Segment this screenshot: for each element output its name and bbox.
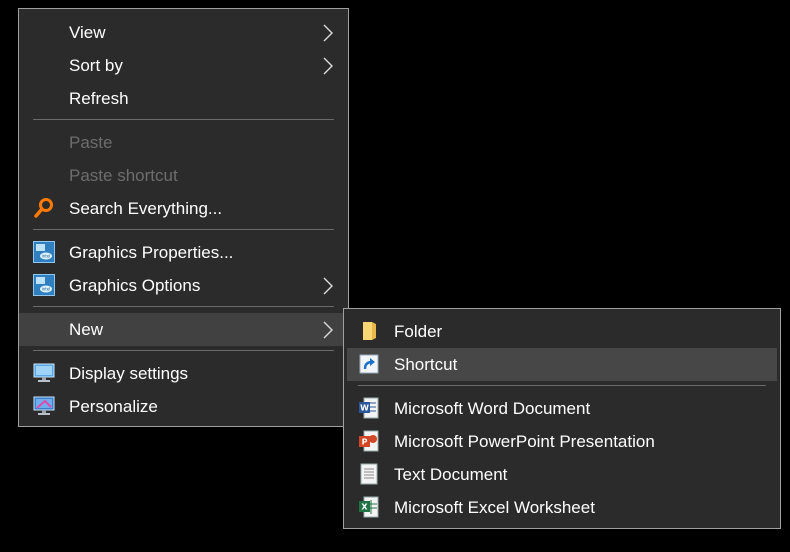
submenu-item-excel-worksheet[interactable]: X Microsoft Excel Worksheet [344,491,780,524]
menu-item-label: Search Everything... [69,198,223,218]
excel-worksheet-icon: X [359,496,379,518]
text-document-icon [360,463,378,485]
menu-item-label: Display settings [69,363,189,383]
menu-item-label: View [69,22,106,42]
separator [33,350,334,351]
menu-item-label: Graphics Properties... [69,242,234,262]
menu-item-label: Personalize [69,396,158,416]
submenu-item-label: Shortcut [394,354,458,374]
menu-item-personalize[interactable]: Personalize [19,390,348,423]
menu-item-search-everything[interactable]: Search Everything... [19,192,348,225]
submenu-item-label: Microsoft PowerPoint Presentation [394,431,655,451]
menu-item-display-settings[interactable]: Display settings [19,357,348,390]
submenu-item-label: Folder [394,321,443,341]
chevron-right-icon [323,24,333,42]
personalize-monitor-icon [33,396,55,415]
menu-item-view[interactable]: View [19,16,348,49]
menu-item-label: Sort by [69,55,123,75]
menu-item-label: Paste [69,132,113,152]
submenu-item-powerpoint-presentation[interactable]: P Microsoft PowerPoint Presentation [344,425,780,458]
menu-item-paste-shortcut: Paste shortcut [19,159,348,192]
separator [358,385,766,386]
menu-item-graphics-options[interactable]: intel Graphics Options [19,269,348,302]
menu-item-paste: Paste [19,126,348,159]
menu-item-label: Refresh [69,88,129,108]
submenu-item-shortcut[interactable]: Shortcut [347,348,777,381]
powerpoint-icon: P [359,430,379,452]
svg-text:P: P [362,438,368,447]
chevron-right-icon [323,321,333,339]
submenu-item-label: Microsoft Word Document [394,398,591,418]
chevron-right-icon [323,57,333,75]
folder-icon [363,322,376,340]
svg-text:intel: intel [42,287,51,292]
svg-text:intel: intel [42,254,51,259]
menu-item-sort-by[interactable]: Sort by [19,49,348,82]
menu-item-label: Paste shortcut [69,165,178,185]
desktop-context-menu: View Sort by Refresh Paste Paste shortcu… [18,8,349,427]
submenu-item-folder[interactable]: Folder [344,315,780,348]
separator [33,229,334,230]
submenu-item-word-document[interactable]: W Microsoft Word Document [344,392,780,425]
menu-item-refresh[interactable]: Refresh [19,82,348,115]
chevron-right-icon [323,277,333,295]
svg-text:X: X [361,503,368,512]
magnifier-icon [34,198,53,218]
menu-item-new[interactable]: New [19,313,348,346]
menu-item-graphics-properties[interactable]: intel Graphics Properties... [19,236,348,269]
submenu-item-label: Microsoft Excel Worksheet [394,497,595,517]
intel-graphics-icon: intel [33,274,55,296]
separator [33,306,334,307]
intel-graphics-icon: intel [33,241,55,263]
shortcut-icon [359,354,379,374]
menu-item-label: Graphics Options [69,275,201,295]
submenu-item-text-document[interactable]: Text Document [344,458,780,491]
submenu-item-label: Text Document [394,464,508,484]
word-document-icon: W [359,397,379,419]
monitor-icon [33,363,55,382]
new-submenu: Folder Shortcut W Microsoft Word Documen… [343,308,781,529]
svg-text:W: W [360,404,369,413]
menu-item-label: New [69,319,104,339]
separator [33,119,334,120]
